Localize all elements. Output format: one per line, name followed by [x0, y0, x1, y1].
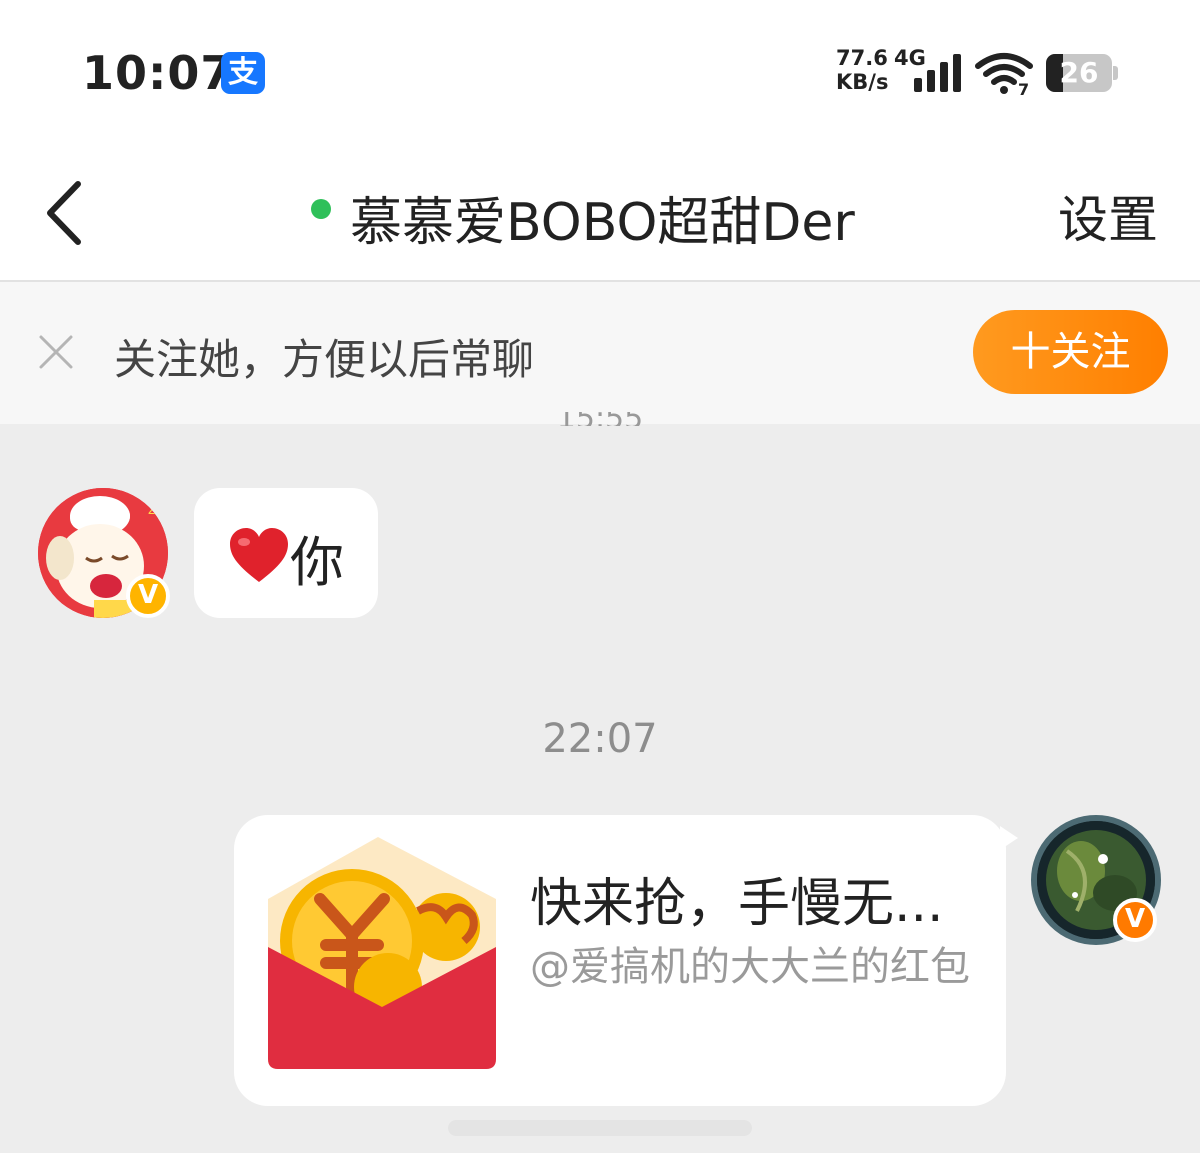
chat-screen: 10:07 支 77.6 KB/s 4G 7 26 慕慕爱BOBO超甜Der 设…: [0, 0, 1200, 1153]
battery-level: 26: [1059, 56, 1099, 89]
cut-timestamp: 15:55: [540, 412, 660, 426]
wifi-label: 7: [1018, 80, 1029, 96]
red-packet-title: 快来抢，手慢无...: [530, 874, 944, 934]
follow-button[interactable]: 十关注: [973, 310, 1168, 394]
home-indicator[interactable]: [448, 1120, 752, 1136]
chat-title: 慕慕爱BOBO超甜Der: [350, 193, 855, 253]
network-speed-unit: KB/s: [836, 70, 889, 94]
follow-banner: 关注她，方便以后常聊 十关注: [0, 282, 1200, 424]
follow-prompt-text: 关注她，方便以后常聊: [114, 335, 535, 384]
alipay-notification-icon: 支: [221, 52, 265, 94]
close-icon[interactable]: [38, 334, 74, 370]
online-status-dot: [311, 199, 331, 219]
battery-icon: 26: [1046, 54, 1118, 92]
back-arrow-icon[interactable]: [40, 178, 90, 248]
network-speed: 77.6 KB/s: [836, 46, 896, 94]
status-bar: 10:07 支 77.6 KB/s 4G 7 26: [0, 0, 1200, 150]
red-packet-icon: [268, 837, 496, 1069]
incoming-message-bubble[interactable]: 你: [194, 488, 378, 618]
chat-header: 慕慕爱BOBO超甜Der 设置: [0, 150, 1200, 282]
svg-text:z: z: [148, 502, 155, 518]
incoming-message-text: 你: [290, 531, 344, 594]
settings-button[interactable]: 设置: [1058, 180, 1158, 252]
bubble-tail: [1000, 826, 1018, 850]
red-heart-icon: [230, 528, 288, 582]
wifi-icon: 7: [975, 53, 1033, 96]
red-packet-card[interactable]: 快来抢，手慢无... @爱搞机的大大兰的红包: [234, 815, 1006, 1106]
verified-badge-orange: V: [1113, 898, 1157, 942]
verified-badge: V: [126, 574, 170, 618]
status-time: 10:07: [82, 46, 234, 100]
cellular-signal-icon: [914, 54, 961, 92]
red-packet-subtitle: @爱搞机的大大兰的红包: [530, 944, 970, 990]
message-timestamp: 22:07: [542, 716, 658, 762]
network-speed-value: 77.6: [836, 46, 888, 70]
